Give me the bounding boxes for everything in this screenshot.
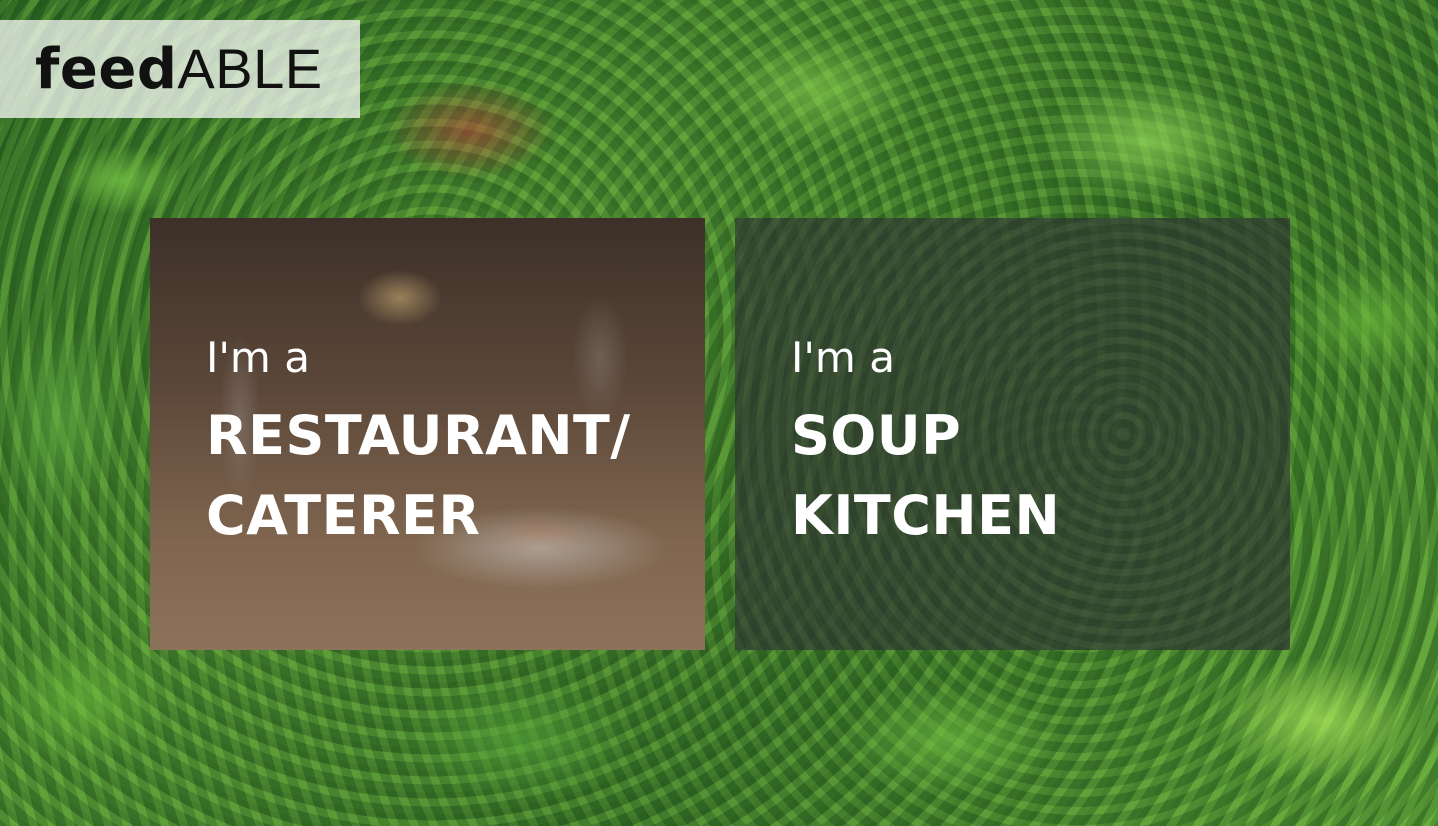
- feedable-logo[interactable]: feedABLE: [35, 40, 323, 98]
- logo-bold-text: feed: [35, 36, 178, 102]
- landing-page: feedABLE I'm a RESTAURANT/ CATERER I'm a…: [0, 0, 1438, 826]
- logo-light-text: ABLE: [177, 36, 323, 100]
- restaurant-pre-text: I'm a: [206, 333, 310, 382]
- restaurant-title-line1: RESTAURANT/: [206, 404, 631, 467]
- restaurant-title-line2: CATERER: [206, 484, 481, 547]
- soup-title-line2: KITCHEN: [791, 484, 1061, 547]
- soup-title-line1: SOUP: [791, 404, 962, 467]
- soup-kitchen-option[interactable]: I'm a SOUP KITCHEN: [735, 218, 1290, 650]
- logo-container[interactable]: feedABLE: [0, 20, 360, 118]
- soup-pre-text: I'm a: [791, 333, 895, 382]
- restaurant-caterer-option[interactable]: I'm a RESTAURANT/ CATERER: [150, 218, 705, 650]
